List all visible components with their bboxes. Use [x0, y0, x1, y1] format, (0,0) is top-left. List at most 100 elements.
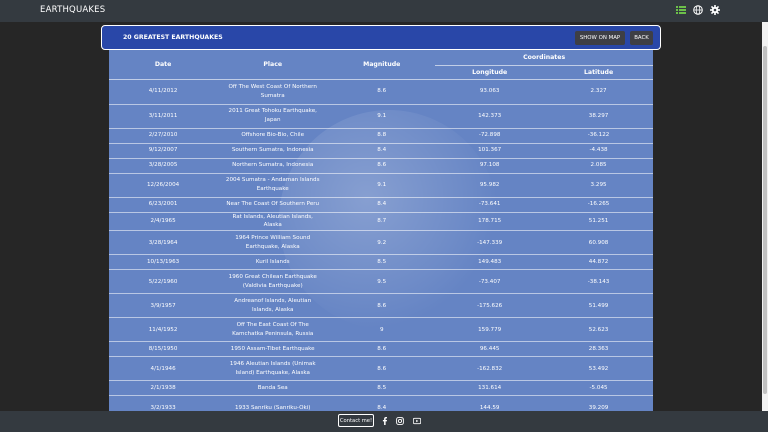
cell-magnitude: 9.1 [328, 103, 436, 128]
cell-longitude: 149.483 [435, 254, 545, 270]
cell-magnitude: 8.4 [328, 196, 436, 212]
column-header-latitude: Latitude [544, 65, 653, 80]
page-scrollbar[interactable] [762, 22, 768, 411]
earthquake-table-body: 4/11/2012 Off The West Coast Of Northern … [109, 78, 653, 411]
brand-title[interactable]: EARTHQUAKES [40, 5, 105, 15]
cell-longitude: 95.982 [435, 172, 545, 197]
table-row: 3/28/2005 Northern Sumatra, Indonesia 8.6 9… [109, 157, 653, 173]
cell-latitude: 28.363 [544, 341, 653, 357]
table-row: 4/1/1946 1946 Aleutian Islands (Unimak Is… [109, 356, 653, 381]
cell-place: Southern Sumatra, Indonesia [217, 142, 329, 158]
cell-magnitude: 9.5 [328, 269, 436, 294]
cell-latitude: 60.908 [544, 230, 653, 255]
scrollbar-thumb[interactable] [763, 46, 767, 394]
cell-latitude: 53.492 [544, 356, 653, 381]
cell-longitude: 93.063 [435, 78, 545, 104]
contact-me-button[interactable]: Contact me! [338, 414, 374, 427]
cell-longitude: -162.832 [435, 356, 545, 381]
cell-place: Off The West Coast Of Northern Sumatra [217, 78, 329, 104]
cell-date: 2/1/1938 [109, 380, 218, 396]
cell-latitude: 38.297 [544, 103, 653, 128]
cell-longitude: -147.339 [435, 230, 545, 255]
cell-latitude: 51.251 [544, 211, 653, 231]
cell-magnitude: 9.2 [328, 230, 436, 255]
column-header-coordinates: Coordinates [435, 50, 653, 66]
cell-magnitude: 8.8 [328, 127, 436, 143]
earthquake-table-panel: Date Place Magnitude Coordinates Longitu… [109, 50, 653, 411]
cell-latitude: -36.122 [544, 127, 653, 143]
footer: Contact me! [0, 411, 768, 432]
table-row: 3/9/1957 Andreanof Islands, Aleutian Isla… [109, 293, 653, 318]
cell-date: 9/12/2007 [109, 142, 218, 158]
list-icon[interactable] [676, 5, 686, 15]
cell-place: 1960 Great Chilean Earthquake (Valdivia … [217, 269, 329, 294]
cell-latitude: 52.623 [544, 317, 653, 342]
globe-icon[interactable] [693, 5, 703, 15]
cell-longitude: -72.898 [435, 127, 545, 143]
cell-longitude: 178.715 [435, 211, 545, 231]
cell-date: 3/28/2005 [109, 157, 218, 173]
cell-magnitude: 9 [328, 317, 436, 342]
cell-place: Off The East Coast Of The Kamchatka Peni… [217, 317, 329, 342]
cell-longitude: -175.626 [435, 293, 545, 318]
youtube-icon[interactable] [413, 417, 421, 425]
cell-date: 10/13/1963 [109, 254, 218, 270]
earthquake-table: Date Place Magnitude Coordinates Longitu… [109, 50, 653, 411]
cell-date: 3/11/2011 [109, 103, 218, 128]
cell-date: 12/26/2004 [109, 172, 218, 197]
table-row: 5/22/1960 1960 Great Chilean Earthquake (… [109, 269, 653, 294]
cell-date: 6/23/2001 [109, 196, 218, 212]
table-row: 10/13/1963 Kuril Islands 8.5 149.483 44.872 [109, 254, 653, 270]
cell-place: 1946 Aleutian Islands (Unimak Island) Ea… [217, 356, 329, 381]
cell-latitude: 2.327 [544, 78, 653, 104]
cell-longitude: -73.407 [435, 269, 545, 294]
table-row: 8/15/1950 1950 Assam-Tibet Earthquake 8.6 9… [109, 341, 653, 357]
navbar-icons [676, 5, 720, 15]
table-row: 2/1/1938 Banda Sea 8.5 131.614 -5.045 [109, 380, 653, 396]
cell-place: Andreanof Islands, Aleutian Islands, Ala… [217, 293, 329, 318]
cell-magnitude: 8.6 [328, 157, 436, 173]
column-header-date: Date [109, 50, 218, 80]
table-row: 3/11/2011 2011 Great Tohoku Earthquake, J… [109, 103, 653, 128]
column-header-place: Place [217, 50, 329, 80]
facebook-icon[interactable] [381, 417, 389, 425]
cell-place: Near The Coast Of Southern Peru [217, 196, 329, 212]
show-on-map-button[interactable]: SHOW ON MAP [575, 31, 625, 45]
cell-latitude: -4.438 [544, 142, 653, 158]
cell-place: Banda Sea [217, 380, 329, 396]
cell-place: Offshore Bio-Bio, Chile [217, 127, 329, 143]
cell-magnitude: 8.4 [328, 395, 436, 411]
cell-longitude: 144.59 [435, 395, 545, 411]
cell-latitude: 39.209 [544, 395, 653, 411]
cell-date: 2/4/1965 [109, 211, 218, 231]
instagram-icon[interactable] [396, 417, 404, 425]
cell-date: 11/4/1952 [109, 317, 218, 342]
cell-magnitude: 8.5 [328, 380, 436, 396]
cell-place: 1964 Prince William Sound Earthquake, Al… [217, 230, 329, 255]
cell-magnitude: 8.6 [328, 78, 436, 104]
table-row: 4/11/2012 Off The West Coast Of Northern … [109, 78, 653, 104]
cell-place: Kuril Islands [217, 254, 329, 270]
cell-longitude: 159.779 [435, 317, 545, 342]
table-row: 12/26/2004 2004 Sumatra - Andaman Islands… [109, 172, 653, 197]
cell-place: Rat Islands, Aleutian Islands, Alaska [217, 211, 329, 231]
cell-magnitude: 8.4 [328, 142, 436, 158]
table-row: 11/4/1952 Off The East Coast Of The Kamch… [109, 317, 653, 342]
back-button[interactable]: BACK [630, 31, 653, 45]
cell-latitude: -16.265 [544, 196, 653, 212]
table-header-bar: 20 GREATEST EARTHQUAKES SHOW ON MAP BACK [101, 25, 661, 50]
top-navbar: EARTHQUAKES [0, 0, 768, 22]
cell-longitude: -73.641 [435, 196, 545, 212]
table-row: 2/27/2010 Offshore Bio-Bio, Chile 8.8 -72.8… [109, 127, 653, 143]
cell-magnitude: 8.7 [328, 211, 436, 231]
cell-date: 5/22/1960 [109, 269, 218, 294]
table-row: 9/12/2007 Southern Sumatra, Indonesia 8.4 1… [109, 142, 653, 158]
gear-icon[interactable] [710, 5, 720, 15]
table-row: 6/23/2001 Near The Coast Of Southern Peru… [109, 196, 653, 212]
table-row: 3/28/1964 1964 Prince William Sound Earth… [109, 230, 653, 255]
cell-place: Northern Sumatra, Indonesia [217, 157, 329, 173]
cell-magnitude: 8.5 [328, 254, 436, 270]
cell-longitude: 101.367 [435, 142, 545, 158]
cell-longitude: 96.445 [435, 341, 545, 357]
cell-date: 4/11/2012 [109, 78, 218, 104]
